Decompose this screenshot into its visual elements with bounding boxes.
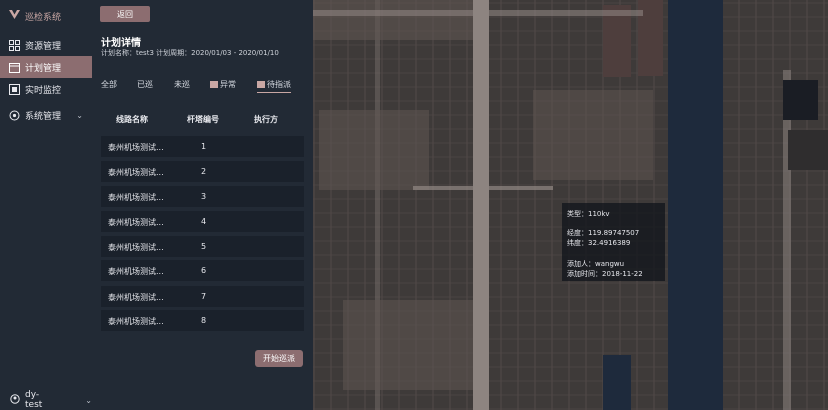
app-logo[interactable]: 巡检系统 [8, 8, 61, 24]
table-row[interactable]: 泰州机场测试... 4 [101, 211, 304, 232]
table-row[interactable]: 泰州机场测试... 2 [101, 161, 304, 182]
plan-detail-panel: 返回 计划详情 计划名称：test3 计划周期：2020/01/03 - 202… [92, 0, 313, 410]
sidebar-item-plans[interactable]: 计划管理 [0, 56, 92, 78]
line-name: 泰州机场测试... [108, 243, 164, 252]
sidebar-item-system[interactable]: 系统管理 ⌄ [0, 104, 92, 126]
pending-icon [257, 81, 265, 88]
line-name: 泰州机场测试... [108, 317, 164, 326]
plan-subtitle: 计划名称：test3 计划周期：2020/01/03 - 2020/01/10 [101, 49, 279, 57]
chevron-down-icon: ⌄ [76, 110, 83, 120]
tower-number: 1 [201, 142, 207, 151]
start-dispatch-button[interactable]: 开始巡派 [255, 350, 303, 367]
tower-number: 6 [201, 266, 207, 275]
map-area [788, 130, 828, 170]
line-name: 泰州机场测试... [108, 218, 164, 227]
line-name: 泰州机场测试... [108, 168, 164, 177]
chevron-down-icon: ⌄ [85, 395, 92, 405]
user-icon [10, 393, 20, 407]
column-header-tower: 杆塔编号 [187, 115, 219, 124]
popup-latitude: 纬度：32.4916389 [567, 239, 631, 247]
sidebar-item-label: 实时监控 [25, 85, 62, 96]
map-road [783, 70, 791, 410]
calendar-icon [9, 62, 20, 73]
tab-not-inspected[interactable]: 未巡 [174, 79, 190, 90]
location-info-popup: 类型：110kv 经度：119.89747507 纬度：32.4916389 添… [562, 203, 665, 281]
table-row[interactable]: 泰州机场测试... 1 [101, 136, 304, 157]
tower-number: 4 [201, 217, 207, 226]
user-name: dy-test [25, 390, 43, 410]
map-area [343, 300, 483, 390]
popup-longitude: 经度：119.89747507 [567, 229, 640, 237]
column-header-executor: 执行方 [254, 115, 278, 124]
logo-icon [8, 9, 21, 23]
sidebar-item-label: 资源管理 [25, 41, 62, 52]
map-area [313, 0, 473, 40]
page-title: 计划详情 [101, 38, 141, 49]
sidebar-item-label: 计划管理 [25, 63, 62, 74]
satellite-map[interactable]: 类型：110kv 经度：119.89747507 纬度：32.4916389 添… [313, 0, 828, 410]
table-row[interactable]: 泰州机场测试... 6 [101, 260, 304, 281]
table-row[interactable]: 泰州机场测试... 3 [101, 186, 304, 207]
tower-number: 2 [201, 167, 207, 176]
popup-type: 类型：110kv [567, 210, 610, 218]
tower-number: 8 [201, 316, 207, 325]
abnormal-icon [210, 81, 218, 88]
line-name: 泰州机场测试... [108, 193, 164, 202]
table-row[interactable]: 泰州机场测试... 5 [101, 236, 304, 257]
tab-pending[interactable]: 待指派 [257, 79, 291, 93]
table-row[interactable]: 泰州机场测试... 8 [101, 310, 304, 331]
sidebar-item-label: 系统管理 [25, 111, 62, 122]
gear-icon [9, 110, 20, 121]
line-name: 泰州机场测试... [108, 293, 164, 302]
map-river [603, 355, 631, 410]
grid-icon [9, 39, 20, 51]
map-road [313, 10, 643, 16]
line-name: 泰州机场测试... [108, 267, 164, 276]
sidebar-item-monitor[interactable]: 实时监控 [0, 78, 92, 100]
power-line [413, 186, 553, 190]
popup-adder: 添加人：wangwu [567, 260, 625, 268]
monitor-icon [9, 83, 20, 95]
map-area [533, 90, 653, 180]
tab-inspected[interactable]: 已巡 [137, 79, 153, 90]
tower-number: 3 [201, 192, 207, 201]
tab-label: 待指派 [267, 80, 291, 89]
user-menu[interactable]: dy-test ⌄ [10, 390, 92, 410]
map-river [668, 0, 723, 410]
tab-abnormal[interactable]: 异常 [210, 79, 236, 90]
tower-number: 5 [201, 242, 207, 251]
logo-text: 巡检系统 [25, 12, 62, 23]
map-road [473, 0, 489, 410]
tab-all[interactable]: 全部 [101, 79, 117, 90]
sidebar-item-resources[interactable]: 资源管理 [0, 34, 92, 56]
map-area [783, 80, 818, 120]
table-row[interactable]: 泰州机场测试... 7 [101, 286, 304, 307]
popup-time: 添加时间：2018-11-22 [567, 270, 643, 278]
tab-label: 异常 [220, 80, 236, 89]
line-name: 泰州机场测试... [108, 143, 164, 152]
column-header-line: 线路名称 [116, 115, 148, 124]
sidebar: 巡检系统 资源管理 计划管理 实时监控 系统管理 ⌄ dy-test ⌄ [0, 0, 93, 410]
map-area [319, 110, 429, 190]
back-button[interactable]: 返回 [100, 6, 150, 22]
tower-number: 7 [201, 292, 207, 301]
